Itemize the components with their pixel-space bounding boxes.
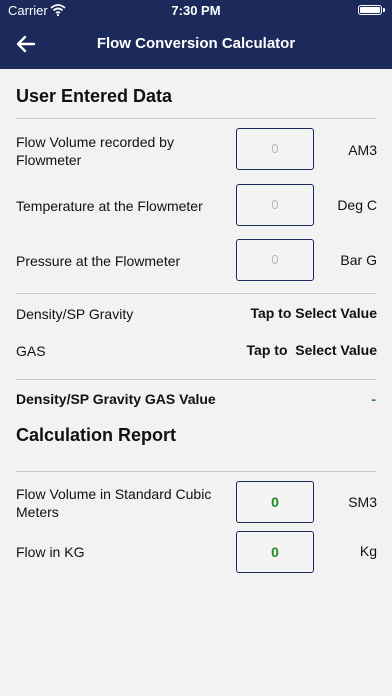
status-bar: Carrier 7:30 PM: [0, 0, 392, 20]
pressure-input[interactable]: 0: [236, 239, 314, 281]
flow-volume-label: Flow Volume recorded by Flowmeter: [16, 134, 174, 168]
flow-kg-result: 0: [236, 531, 314, 573]
battery-tip: [383, 8, 385, 12]
status-time: 7:30 PM: [171, 3, 221, 18]
flow-kg-unit: Kg: [359, 543, 377, 559]
calculation-report-heading: Calculation Report: [16, 425, 177, 445]
page-title: Flow Conversion Calculator: [96, 35, 296, 52]
density-label: Density/SP Gravity: [16, 306, 134, 322]
gas-select[interactable]: Tap to Select Value: [247, 342, 377, 358]
nav-bar: Flow Conversion Calculator: [0, 20, 392, 69]
flow-volume-unit: AM3: [348, 142, 377, 158]
temperature-input[interactable]: 0: [236, 184, 314, 226]
divider: [16, 293, 376, 294]
divider: [16, 379, 376, 380]
density-gas-value: -: [371, 391, 376, 407]
flow-volume-input[interactable]: 0: [236, 128, 314, 170]
flow-kg-label: Flow in KG: [16, 544, 85, 560]
flow-standard-unit: SM3: [348, 494, 377, 510]
user-data-heading: User Entered Data: [16, 86, 173, 106]
divider: [16, 471, 376, 472]
pressure-unit: Bar G: [340, 252, 377, 268]
divider: [16, 118, 376, 119]
flow-standard-label: Flow Volume in Standard Cubic Meters: [16, 486, 212, 520]
density-gas-value-label: Density/SP Gravity GAS Value: [16, 391, 216, 407]
gas-label: GAS: [16, 343, 46, 359]
pressure-label: Pressure at the Flowmeter: [16, 253, 181, 269]
battery-icon: [358, 5, 382, 15]
flow-standard-result: 0: [236, 481, 314, 523]
temperature-label: Temperature at the Flowmeter: [16, 198, 203, 214]
density-select[interactable]: Tap to Select Value: [250, 305, 377, 321]
temperature-unit: Deg C: [337, 197, 377, 213]
